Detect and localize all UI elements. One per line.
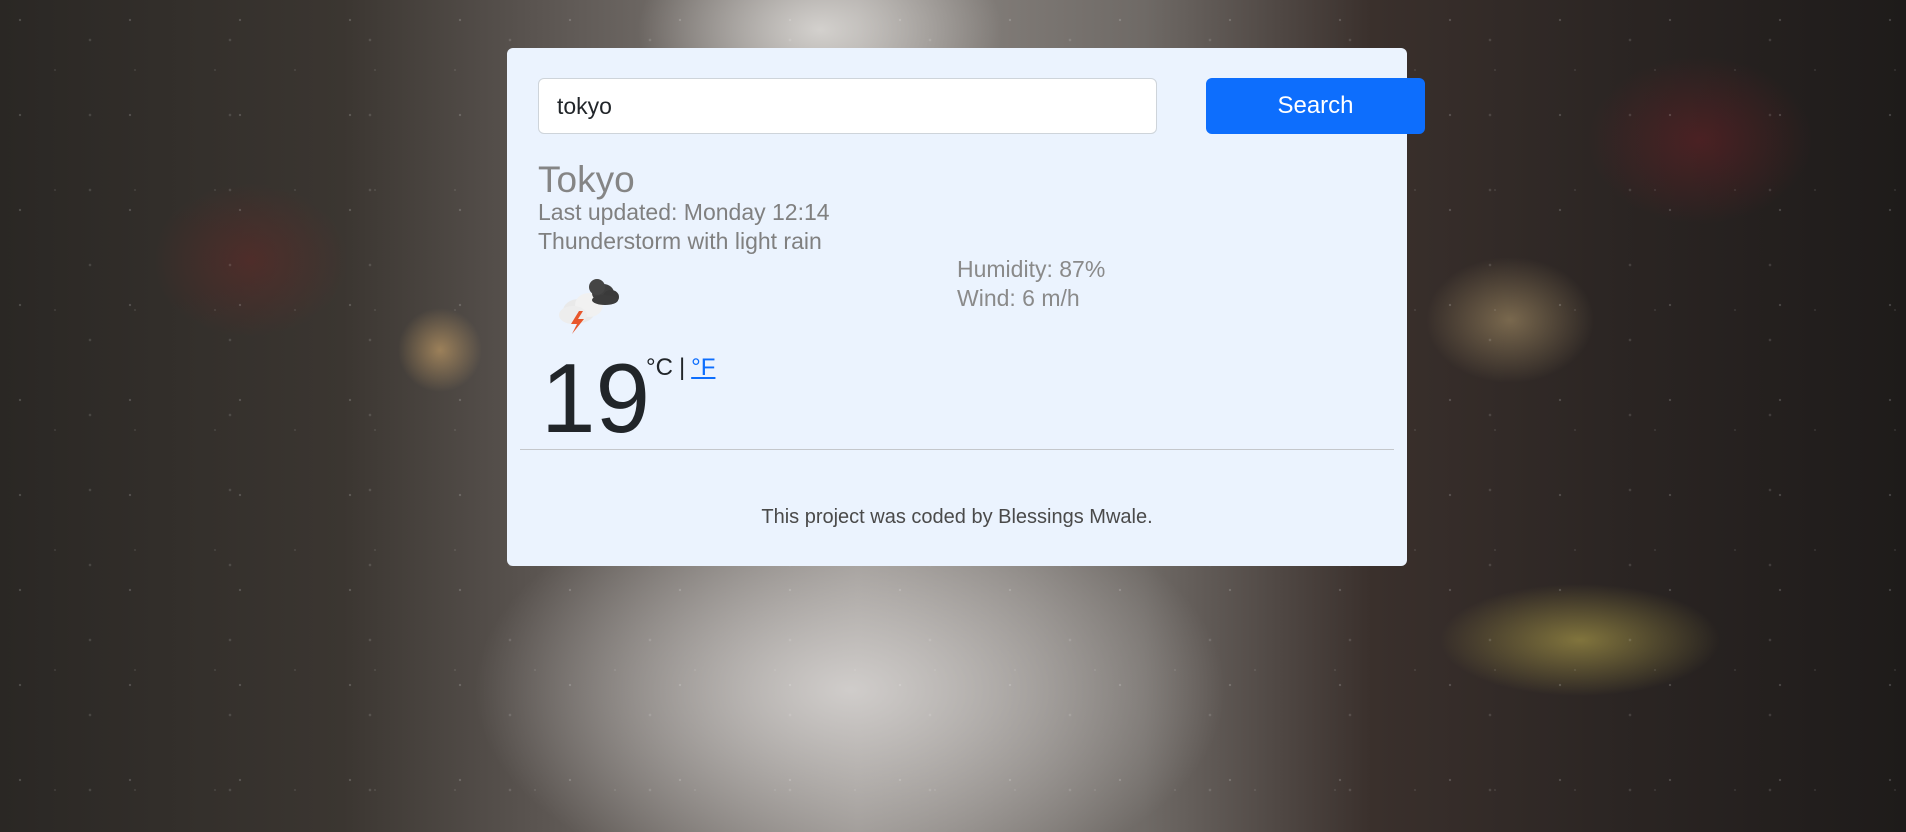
humidity: Humidity: 87% <box>957 256 1106 282</box>
thunderstorm-rain-icon <box>559 279 619 334</box>
footer-credit: This project was coded by Blessings Mwal… <box>761 506 1153 528</box>
unit-switcher: °C | °F <box>646 354 715 382</box>
divider <box>520 449 1394 450</box>
search-button[interactable]: Search <box>1206 78 1425 134</box>
wind-speed: Wind: 6 m/h <box>957 285 1080 311</box>
city-search-input[interactable] <box>538 78 1157 134</box>
city-name: Tokyo <box>538 159 635 200</box>
weather-card: Search Tokyo Last updated: Monday 12:14 … <box>507 48 1425 566</box>
fahrenheit-link[interactable]: °F <box>691 354 715 381</box>
unit-separator: | <box>678 354 686 381</box>
weather-description: Thunderstorm with light rain <box>538 228 822 254</box>
search-form: Search <box>538 78 1425 134</box>
celsius-unit: °C <box>646 354 673 381</box>
temperature-value: 19 <box>541 343 651 453</box>
weather-stats: Humidity: 87% Wind: 6 m/h <box>957 255 1105 313</box>
last-updated: Last updated: Monday 12:14 <box>538 199 830 225</box>
